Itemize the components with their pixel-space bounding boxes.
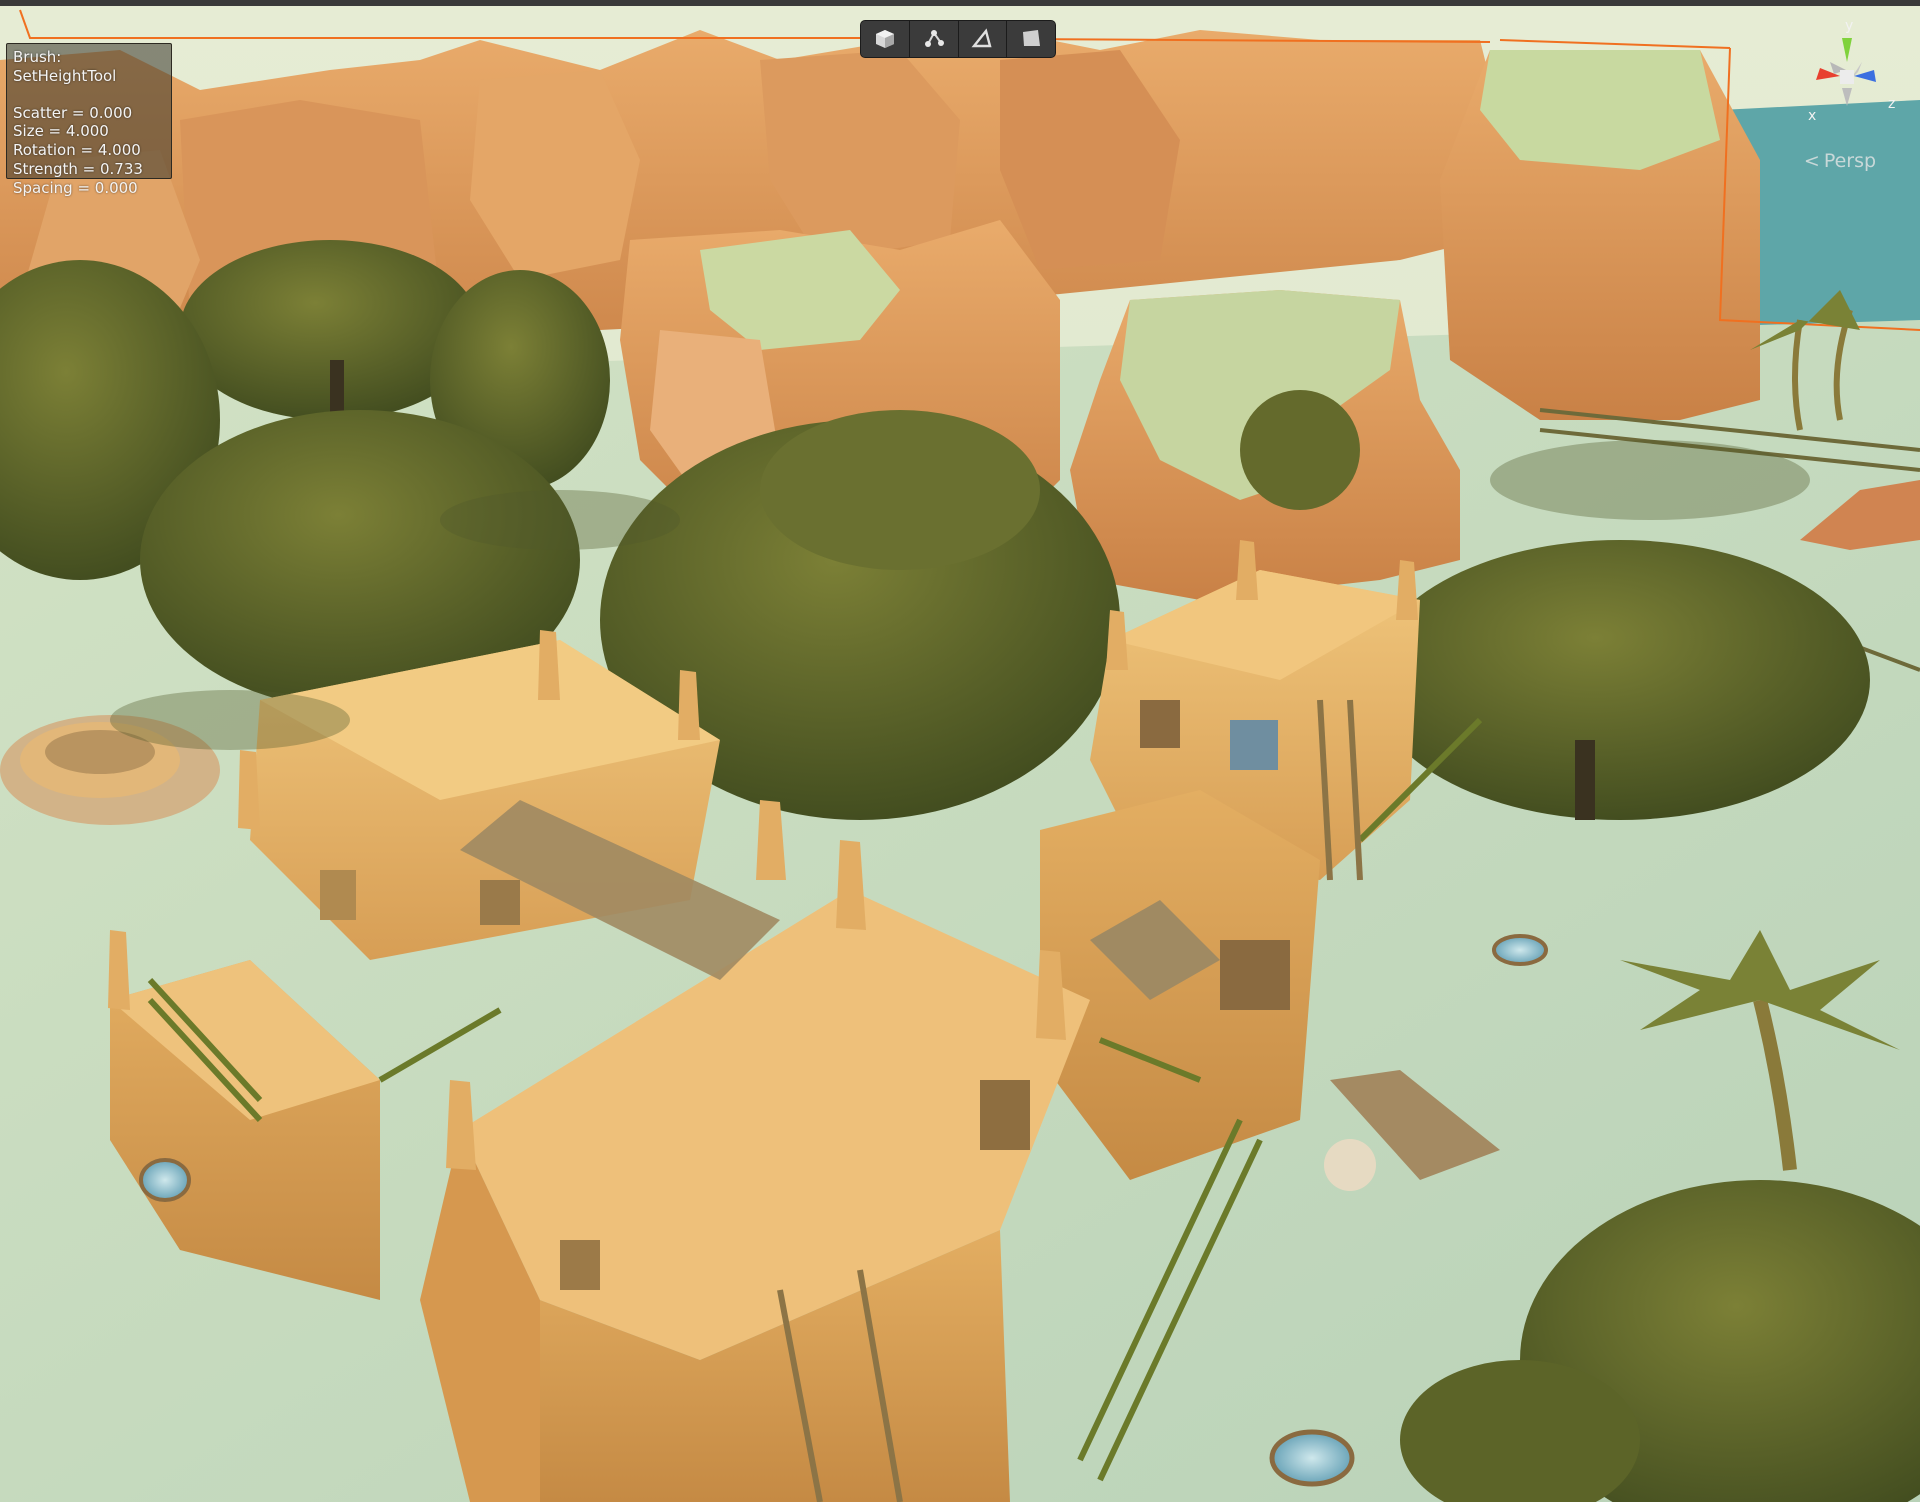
- brush-strength: Strength = 0.733: [13, 159, 143, 178]
- edge-mode-button[interactable]: [958, 21, 1008, 57]
- projection-toggle[interactable]: < Persp: [1800, 150, 1880, 176]
- scene-view-viewport[interactable]: Brush: SetHeightTool Scatter = 0.000 Siz…: [0, 0, 1920, 1502]
- orientation-gizmo[interactable]: y x z: [1790, 10, 1920, 130]
- vertex-mode-button[interactable]: [909, 21, 959, 57]
- face-mode-button[interactable]: [1007, 21, 1055, 57]
- editor-top-strip: [0, 0, 1920, 6]
- brush-scatter: Scatter = 0.000: [13, 103, 133, 122]
- axis-x-label: x: [1808, 108, 1816, 124]
- scene-render[interactable]: [0, 0, 1920, 1502]
- brush-title: Brush: SetHeightTool: [13, 48, 117, 85]
- vertex-nodes-icon: [924, 30, 944, 47]
- projection-label: Persp: [1823, 150, 1877, 172]
- brush-spacing: Spacing = 0.000: [13, 178, 138, 197]
- object-mode-button[interactable]: [861, 21, 910, 57]
- triangle-edge-icon: [971, 28, 992, 48]
- face-icon: [1023, 30, 1041, 46]
- gizmo-center-cube[interactable]: [1840, 70, 1854, 84]
- chevron-left-icon: <: [1803, 150, 1820, 172]
- selection-mode-toolbar: [860, 20, 1056, 58]
- brush-info-panel: Brush: SetHeightTool Scatter = 0.000 Siz…: [6, 43, 172, 197]
- axis-z-label: z: [1888, 96, 1895, 112]
- axis-neg-cone-3[interactable]: [1842, 88, 1852, 106]
- axis-y-cone[interactable]: [1842, 38, 1852, 62]
- cube-icon: [875, 30, 894, 48]
- axis-y-label: y: [1845, 18, 1853, 34]
- brush-size: Size = 4.000: [13, 122, 109, 141]
- brush-rotation: Rotation = 4.000: [13, 141, 141, 160]
